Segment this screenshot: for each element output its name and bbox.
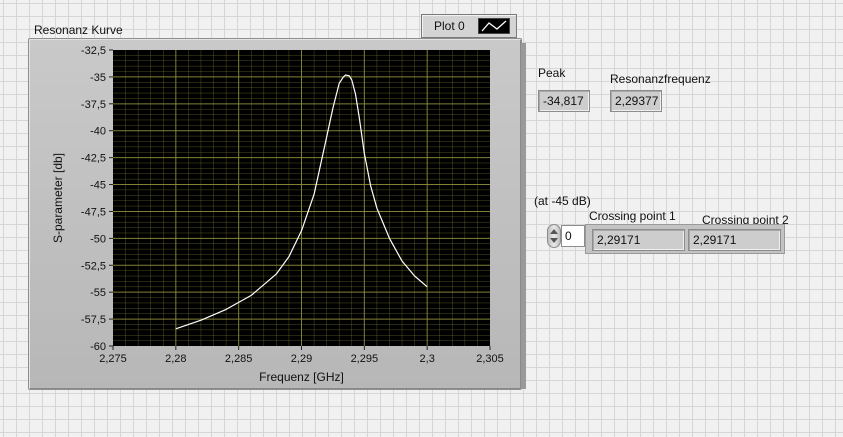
increment-arrow-icon[interactable] — [550, 229, 558, 234]
x-tick-label: 2,275 — [99, 353, 127, 365]
resonance-frequency-label: Resonanzfrequenz — [610, 72, 711, 86]
y-tick-label: -42,5 — [81, 153, 106, 165]
x-tick-label: 2,285 — [225, 353, 253, 365]
crossing-point-2-indicator: 2,29171 — [688, 229, 781, 251]
decrement-arrow-icon[interactable] — [550, 238, 558, 243]
index-spinner[interactable] — [547, 224, 561, 248]
y-tick-label: -47,5 — [81, 206, 106, 218]
y-tick-label: -52,5 — [81, 260, 106, 272]
y-tick-label: -45 — [90, 180, 106, 192]
y-tick-label: -37,5 — [81, 99, 106, 111]
y-tick-label: -57,5 — [81, 314, 106, 326]
crossing-point-1-label: Crossing point 1 — [589, 209, 676, 223]
x-tick-label: 2,305 — [476, 353, 504, 365]
x-tick-label: 2,29 — [291, 353, 312, 365]
y-tick-label: -32,5 — [81, 45, 106, 57]
y-tick-label: -35 — [90, 72, 106, 84]
y-tick-label: -50 — [90, 233, 106, 245]
y-tick-label: -55 — [90, 287, 106, 299]
threshold-label: (at -45 dB) — [534, 194, 591, 208]
x-axis-label: Frequenz [GHz] — [259, 370, 344, 384]
x-tick-label: 2,28 — [165, 353, 186, 365]
x-tick-label: 2,295 — [351, 353, 379, 365]
peak-label: Peak — [538, 66, 566, 80]
crossing-point-1-indicator: 2,29171 — [592, 229, 685, 251]
x-tick-label: 2,3 — [420, 353, 435, 365]
peak-indicator: -34,817 — [538, 90, 590, 112]
y-tick-label: -40 — [90, 126, 106, 138]
index-input[interactable]: 0 — [561, 225, 585, 247]
resonance-frequency-indicator: 2,29377 — [610, 90, 662, 112]
y-axis-label: S-parameter [db] — [51, 153, 65, 243]
y-tick-label: -60 — [90, 341, 106, 353]
